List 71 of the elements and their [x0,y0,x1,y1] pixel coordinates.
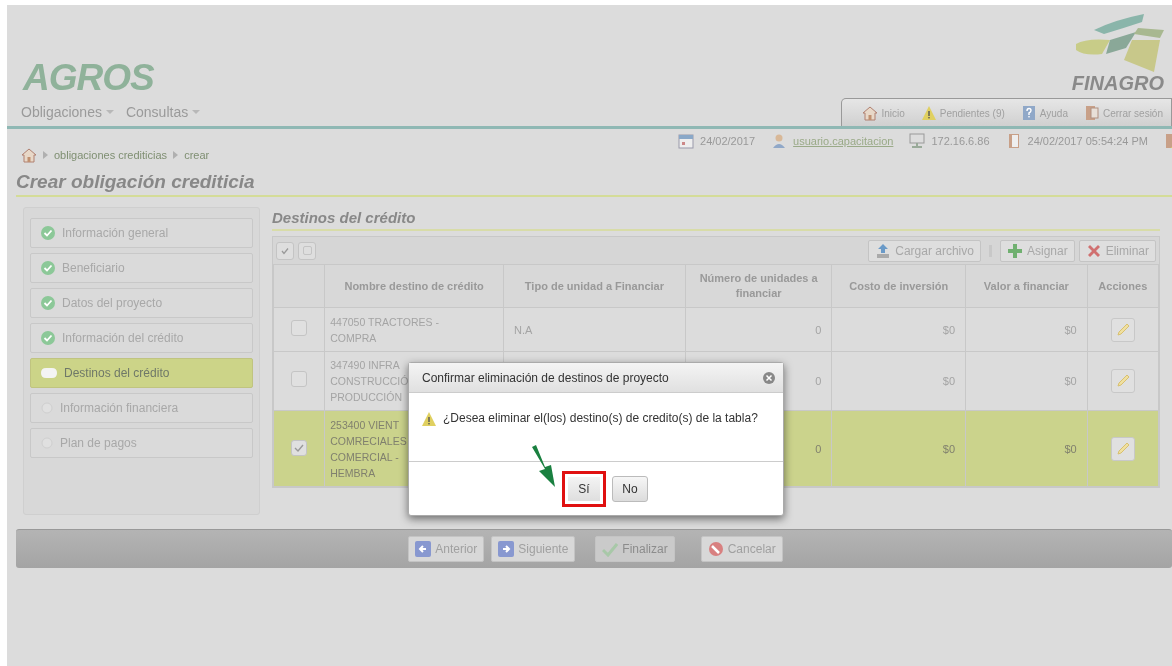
row-checkbox[interactable] [291,319,308,336]
dialog-title: Confirmar eliminación de destinos de proyecto [422,370,669,385]
edit-button[interactable] [1110,369,1135,393]
footer-button[interactable]: Anterior [408,536,485,562]
close-icon [763,371,775,384]
check-icon [294,443,305,453]
edit-button[interactable] [1110,436,1135,461]
toolbar-checkbox[interactable] [298,241,316,260]
close-button[interactable] [763,371,775,384]
info-text: 24/02/2017 05:54:24 PM [1027,135,1148,147]
pencil-icon [1114,321,1131,338]
dialog-message: ¿Desea eliminar el(los) destino(s) de credito(s) de la tabla? [443,411,758,425]
no-entry-icon [707,541,724,557]
check-circle-icon [41,261,55,275]
caret-icon [105,109,114,115]
house-icon [21,147,37,163]
header-link[interactable]: Ayuda [1020,105,1068,121]
wizard-step[interactable]: Destinos del crédito [30,358,253,388]
user-icon [771,133,788,149]
house-icon [862,105,879,121]
network-icon [909,133,926,149]
footer-button[interactable]: Siguiente [491,536,576,562]
row-checkbox[interactable] [291,440,308,456]
row-checkbox[interactable] [291,371,308,387]
dialog-button[interactable]: Sí [562,470,606,507]
edit-button[interactable] [1110,317,1135,342]
info-text: 24/02/2017 [700,135,756,147]
plus-icon [1006,242,1023,259]
column-header: Acciones [1087,264,1159,308]
checkmark-icon [602,541,619,557]
table-cell: $0 [1064,442,1077,455]
table-cell: 0 [815,442,822,455]
menu-item[interactable]: Obligaciones [21,104,114,120]
dialog-button[interactable]: No [612,475,648,502]
tag-icon [41,368,57,378]
table-cell: 253400 VIENT COMRECIALES COMERCIAL - HEMBRA [330,418,407,479]
column-header: Costo de inversión [832,264,966,308]
toolbar-checkbox[interactable] [276,241,294,260]
check-circle-icon [41,296,55,310]
column-header: Valor a financiar [965,264,1088,308]
check-circle-icon [41,226,55,240]
section-title: Destinos del crédito [272,207,1160,231]
chevron-icon [173,151,179,159]
help-book-icon [1020,105,1037,121]
column-header: Nombre destino de crédito [324,264,504,308]
footer-button[interactable]: Cancelar [700,536,783,562]
header-link[interactable]: Pendientes (9) [920,105,1005,121]
pencil-icon [1114,440,1131,457]
page-title: Crear obligación crediticia [16,171,1172,197]
breadcrumb-link[interactable]: crear [184,149,210,161]
column-header: Tipo de unidad a Financiar [503,264,686,308]
upload-icon [875,242,892,259]
chevron-icon [43,151,48,159]
header-link[interactable]: Inicio [862,105,905,121]
warning-icon [421,411,437,427]
pencil-icon [1114,373,1131,389]
door-icon [1083,105,1100,121]
agros-logo: AGROS [23,58,154,98]
check-circle-icon [41,331,55,345]
table-cell: N.A [514,323,533,336]
check-icon [281,246,289,255]
breadcrumb-link[interactable]: obligaciones crediticias [54,149,168,161]
menu-item[interactable]: Consultas [125,104,201,120]
caret-icon [192,109,201,115]
user-link[interactable]: usuario.capacitacion [793,135,894,147]
table-cell: $0 [942,442,956,455]
warning-icon [920,105,937,121]
column-header: Número de unidades a financiar [685,264,832,308]
finagro-logo: FINAGRO [1071,12,1164,94]
calendar-icon [678,133,695,149]
info-text: 172.16.6.86 [931,135,990,147]
